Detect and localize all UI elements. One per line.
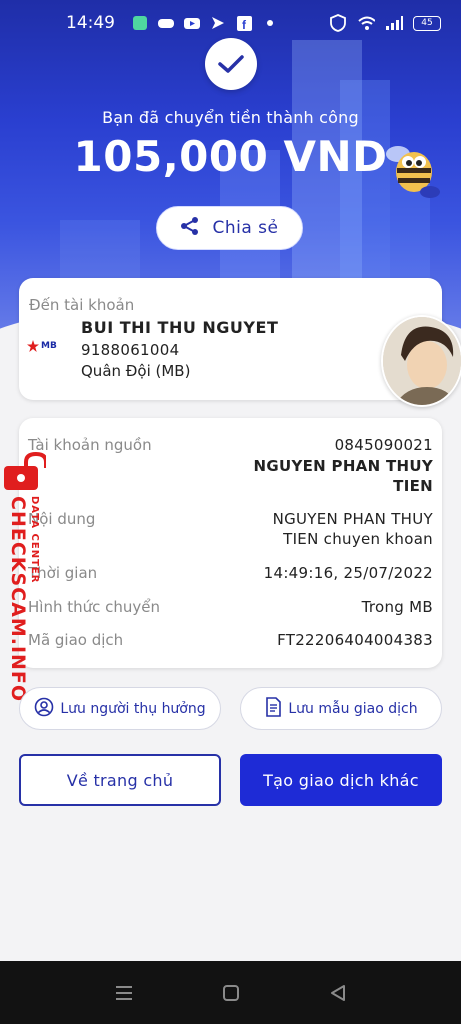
user-circle-icon <box>34 697 54 721</box>
source-account-number: 0845090021 <box>334 436 433 454</box>
new-transaction-button[interactable]: Tạo giao dịch khác <box>240 754 442 806</box>
recipient-account: 9188061004 <box>81 341 180 359</box>
success-message: Bạn đã chuyển tiền thành công <box>102 108 359 127</box>
dot-icon <box>261 15 279 31</box>
save-recipient-button[interactable]: Lưu người thụ hưởng <box>19 687 221 730</box>
signal-icon <box>385 15 403 31</box>
avatar[interactable] <box>381 315 461 407</box>
transaction-id-value: FT22206404004383 <box>277 631 433 649</box>
lock-icon <box>4 452 46 490</box>
source-account-name-line2: TIEN <box>393 477 433 495</box>
source-account-name-line1: NGUYEN PHAN THUY <box>253 457 433 475</box>
watermark-subtext: DATA CENTER <box>29 496 40 584</box>
recipient-label: Đến tài khoản <box>29 296 135 314</box>
recipient-bank: Quân Đội (MB) <box>81 362 191 380</box>
notification-icons: f <box>131 15 279 31</box>
back-icon[interactable] <box>323 978 353 1008</box>
recipient-name: BUI THI THU NGUYET <box>81 318 279 337</box>
status-time: 14:49 <box>66 13 115 33</box>
home-button[interactable]: Về trang chủ <box>19 754 221 806</box>
checkscam-watermark: CHECKSCAM.INFO DATA CENTER <box>0 452 48 703</box>
time-value: 14:49:16, 25/07/2022 <box>263 564 433 582</box>
system-nav-bar <box>0 961 461 1024</box>
document-icon <box>264 696 282 721</box>
mascot-bee-icon <box>384 138 444 200</box>
menu-icon[interactable] <box>109 978 139 1008</box>
share-icon <box>180 216 200 241</box>
share-button[interactable]: Chia sẻ <box>156 206 303 250</box>
content-value-line2: TIEN chuyen khoan <box>283 530 433 548</box>
success-check-icon <box>205 38 257 90</box>
save-recipient-label: Lưu người thụ hưởng <box>60 700 206 717</box>
wifi-icon <box>357 15 375 31</box>
content-value-line1: NGUYEN PHAN THUY <box>272 510 433 528</box>
watermark-text: CHECKSCAM.INFO <box>7 496 29 703</box>
battery-indicator: 45 <box>413 15 441 31</box>
shield-icon <box>329 14 347 32</box>
save-template-label: Lưu mẫu giao dịch <box>288 700 418 717</box>
mb-bank-logo: MB <box>27 340 57 352</box>
facebook-icon: f <box>235 15 253 31</box>
method-value: Trong MB <box>361 598 433 616</box>
send-icon <box>209 15 227 31</box>
game-controller-icon <box>157 15 175 31</box>
save-template-button[interactable]: Lưu mẫu giao dịch <box>240 687 442 730</box>
system-icons: 45 <box>329 14 441 32</box>
bank-logo-text: MB <box>41 341 57 351</box>
youtube-icon <box>183 15 201 31</box>
share-label: Chia sẻ <box>212 218 279 238</box>
transaction-details-card: Tài khoản nguồn 0845090021 NGUYEN PHAN T… <box>19 418 442 668</box>
home-square-icon[interactable] <box>216 978 246 1008</box>
recipient-card: Đến tài khoản MB BUI THI THU NGUYET 9188… <box>19 278 442 400</box>
app-icon <box>131 15 149 31</box>
